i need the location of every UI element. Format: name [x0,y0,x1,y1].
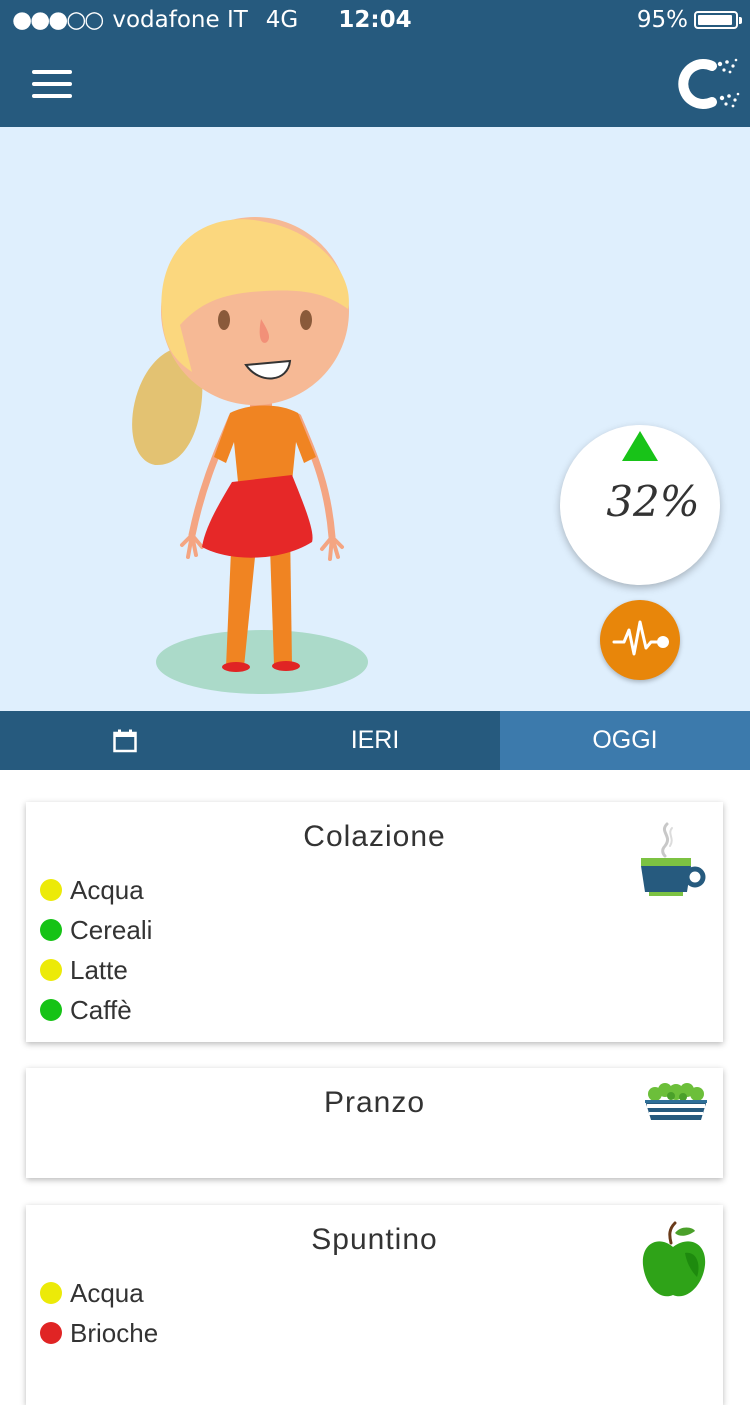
app-header [0,40,750,127]
character-illustration [132,217,368,694]
heartbeat-icon[interactable] [600,600,680,680]
meal-title: Pranzo [323,1086,426,1119]
status-dot-red [40,1322,62,1344]
meal-item: Acqua [40,870,152,910]
apple-icon [642,1221,706,1297]
status-dot-green [40,919,62,941]
battery-icon [694,11,742,29]
tab-oggi[interactable]: OGGI [500,711,750,770]
app-logo [672,54,742,114]
status-bar: ●●●○○ vodafone IT 4G 12:04 95% [0,0,750,40]
meal-item-label: Acqua [70,1277,144,1308]
hamburger-menu-icon[interactable] [32,70,72,98]
meal-item: Brioche [40,1313,158,1353]
meal-card-colazione[interactable]: Colazione Acqua Cereali Latte Caffè [26,802,723,1042]
hero-panel: 32% [0,127,750,711]
meal-item: Caffè [40,990,152,1030]
battery-label: 95% [636,7,688,33]
meal-title: Spuntino [311,1223,438,1256]
meal-items: Acqua Cereali Latte Caffè [40,870,152,1030]
meal-item: Cereali [40,910,152,950]
meal-item-label: Caffè [70,994,132,1025]
status-right: 95% [636,7,742,33]
meal-items: Acqua Brioche [40,1273,158,1353]
coffee-cup-icon [641,822,706,896]
calendar-icon [113,729,137,753]
percentage-value: 32% [606,477,700,526]
status-dot-yellow [40,1282,62,1304]
meal-card-pranzo[interactable]: Pranzo [26,1068,723,1178]
up-triangle-icon [622,431,658,461]
salad-bowl-icon [645,1083,707,1120]
meal-title: Colazione [303,820,446,853]
battery-fill [698,15,733,25]
meal-item-label: Cereali [70,914,153,945]
meal-item-label: Acqua [70,874,144,905]
status-dot-yellow [40,959,62,981]
meal-card-spuntino[interactable]: Spuntino Acqua Brioche [26,1205,723,1405]
progress-gauge: 32% [560,425,720,585]
meal-item: Acqua [40,1273,158,1313]
tab-ieri[interactable]: IERI [250,711,500,770]
status-dot-yellow [40,879,62,901]
meal-item-label: Brioche [70,1317,159,1348]
meal-item-label: Latte [70,954,128,985]
status-dot-green [40,999,62,1021]
meal-item: Latte [40,950,152,990]
tab-calendar[interactable] [0,711,250,770]
day-tabs: IERI OGGI [0,711,750,770]
